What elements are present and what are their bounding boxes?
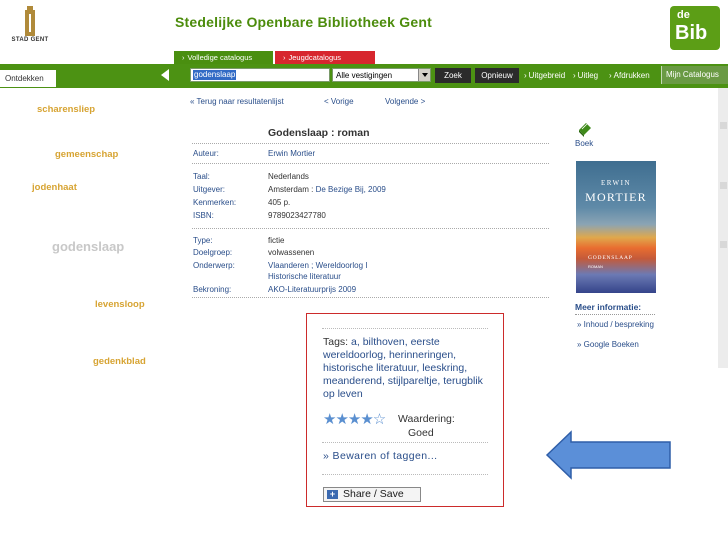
- debib-logo[interactable]: de Bib: [670, 6, 720, 50]
- chevron-down-icon[interactable]: [418, 69, 430, 81]
- divider: [322, 442, 488, 443]
- tab-youth-catalogue-label: Jeugdcatalogus: [288, 53, 342, 62]
- cloud-word[interactable]: gedenkblad: [93, 356, 146, 367]
- tags-list: Tags: a, bilthoven, eerste wereldoorlog,…: [323, 336, 495, 401]
- search-button[interactable]: Zoek: [435, 68, 471, 83]
- divider: [322, 328, 488, 329]
- language-label: Taal:: [193, 172, 210, 181]
- cover-author-last: MORTIER: [585, 190, 647, 204]
- next-link[interactable]: Volgende >: [385, 97, 425, 106]
- cover-subtitle: ROMAN: [588, 264, 603, 269]
- subject-link[interactable]: Historische literatuur: [268, 272, 341, 281]
- cover-title: GODENSLAAP: [588, 255, 633, 261]
- scroll-marker: [720, 182, 727, 189]
- divider: [575, 314, 655, 315]
- award-label: Bekroning:: [193, 285, 232, 294]
- search-input-value: godenslaap: [193, 70, 237, 80]
- rating-value: Goed: [408, 427, 434, 439]
- scroll-marker: [720, 241, 727, 248]
- advanced-search-link[interactable]: › Uitgebreid: [524, 71, 565, 80]
- tags-panel: Tags: a, bilthoven, eerste wereldoorlog,…: [306, 313, 504, 507]
- debib-logo-de: de: [677, 9, 690, 21]
- tower-icon: [25, 6, 35, 36]
- book-cover-image[interactable]: ERWIN MORTIER GODENSLAAP ROMAN: [576, 161, 656, 293]
- author-link[interactable]: Erwin Mortier: [268, 149, 315, 158]
- type-label: Type:: [193, 236, 213, 245]
- cloud-word[interactable]: levensloop: [95, 299, 145, 310]
- star-rating[interactable]: ★★★★☆: [323, 410, 386, 428]
- google-books-link[interactable]: » Google Boeken: [577, 340, 639, 349]
- tab-full-catalogue-label: Volledige catalogus: [187, 53, 253, 62]
- publisher-label: Uitgever:: [193, 185, 226, 194]
- arrow-right-icon: ›: [573, 71, 576, 80]
- language-value: Nederlands: [268, 172, 309, 181]
- my-catalogue-button[interactable]: Mijn Catalogus: [661, 66, 728, 84]
- explain-link[interactable]: › Uitleg: [573, 71, 598, 80]
- discover-tab[interactable]: Ontdekken: [0, 70, 56, 87]
- cloud-word[interactable]: gemeenschap: [55, 149, 118, 160]
- explain-label: Uitleg: [577, 71, 599, 80]
- branch-select[interactable]: Alle vestigingen: [332, 68, 431, 82]
- blue-arrow-pointer: [545, 430, 671, 480]
- isbn-label: ISBN:: [193, 211, 214, 220]
- stad-gent-logo[interactable]: STAD GENT: [3, 6, 57, 48]
- arrow-right-icon: ›: [283, 53, 286, 62]
- cloud-word[interactable]: scharensliep: [37, 104, 95, 115]
- type-value: fictie: [268, 236, 285, 245]
- features-value: 405 p.: [268, 198, 291, 207]
- award-link[interactable]: AKO-Literatuurprijs 2009: [268, 285, 356, 294]
- tab-youth-catalogue[interactable]: › Jeugdcatalogus: [275, 51, 375, 64]
- audience-label: Doelgroep:: [193, 248, 233, 257]
- audience-value: volwassenen: [268, 248, 315, 257]
- scroll-marker: [720, 122, 727, 129]
- collapse-left-icon[interactable]: [161, 69, 169, 81]
- divider: [192, 297, 549, 298]
- rating-label: Waardering:: [398, 413, 455, 425]
- features-label: Kenmerken:: [193, 198, 237, 207]
- scrollbar[interactable]: [718, 88, 728, 368]
- arrow-right-icon: ›: [182, 53, 185, 62]
- tags-label: Tags:: [323, 336, 349, 348]
- more-info-heading: Meer informatie:: [575, 302, 642, 312]
- back-to-results-link[interactable]: « Terug naar resultatenlijst: [190, 97, 284, 106]
- publisher-link[interactable]: De Bezige Bij, 2009: [316, 185, 386, 194]
- divider: [192, 143, 549, 144]
- record-title: Godenslaap : roman: [268, 127, 370, 139]
- cover-author-first: ERWIN: [600, 179, 632, 187]
- subject-link[interactable]: Vlaanderen ; Wereldoorlog I: [268, 261, 367, 270]
- author-label: Auteur:: [193, 149, 219, 158]
- share-save-label: Share / Save: [343, 488, 404, 500]
- divider: [192, 228, 549, 229]
- site-title: Stedelijke Openbare Bibliotheek Gent: [175, 14, 432, 30]
- book-icon: [579, 123, 591, 137]
- advanced-search-label: Uitgebreid: [528, 71, 566, 80]
- content-review-link[interactable]: » Inhoud / bespreking: [577, 320, 654, 329]
- share-save-button[interactable]: + Share / Save: [323, 487, 421, 502]
- reset-button[interactable]: Opnieuw: [475, 68, 519, 83]
- arrow-right-icon: ›: [524, 71, 527, 80]
- save-or-tag-link[interactable]: » Bewaren of taggen...: [323, 450, 437, 462]
- plus-icon: +: [327, 490, 338, 499]
- tab-full-catalogue[interactable]: › Volledige catalogus: [174, 51, 273, 64]
- cloud-word-current[interactable]: godenslaap: [52, 239, 124, 254]
- subject-label: Onderwerp:: [193, 261, 235, 270]
- debib-logo-bib: Bib: [675, 22, 708, 44]
- cloud-word[interactable]: jodenhaat: [32, 182, 77, 193]
- format-label: Boek: [575, 139, 594, 148]
- divider: [322, 474, 488, 475]
- arrow-right-icon: ›: [609, 71, 612, 80]
- branch-select-value: Alle vestigingen: [336, 71, 393, 80]
- isbn-value: 9789023427780: [268, 211, 326, 220]
- print-link[interactable]: › Afdrukken: [609, 71, 650, 80]
- print-label: Afdrukken: [613, 71, 650, 80]
- divider: [192, 163, 549, 164]
- stad-gent-logo-text: STAD GENT: [11, 37, 49, 43]
- publisher-value: Amsterdam : De Bezige Bij, 2009: [268, 185, 386, 194]
- publisher-place: Amsterdam :: [268, 185, 314, 194]
- previous-link[interactable]: < Vorige: [324, 97, 354, 106]
